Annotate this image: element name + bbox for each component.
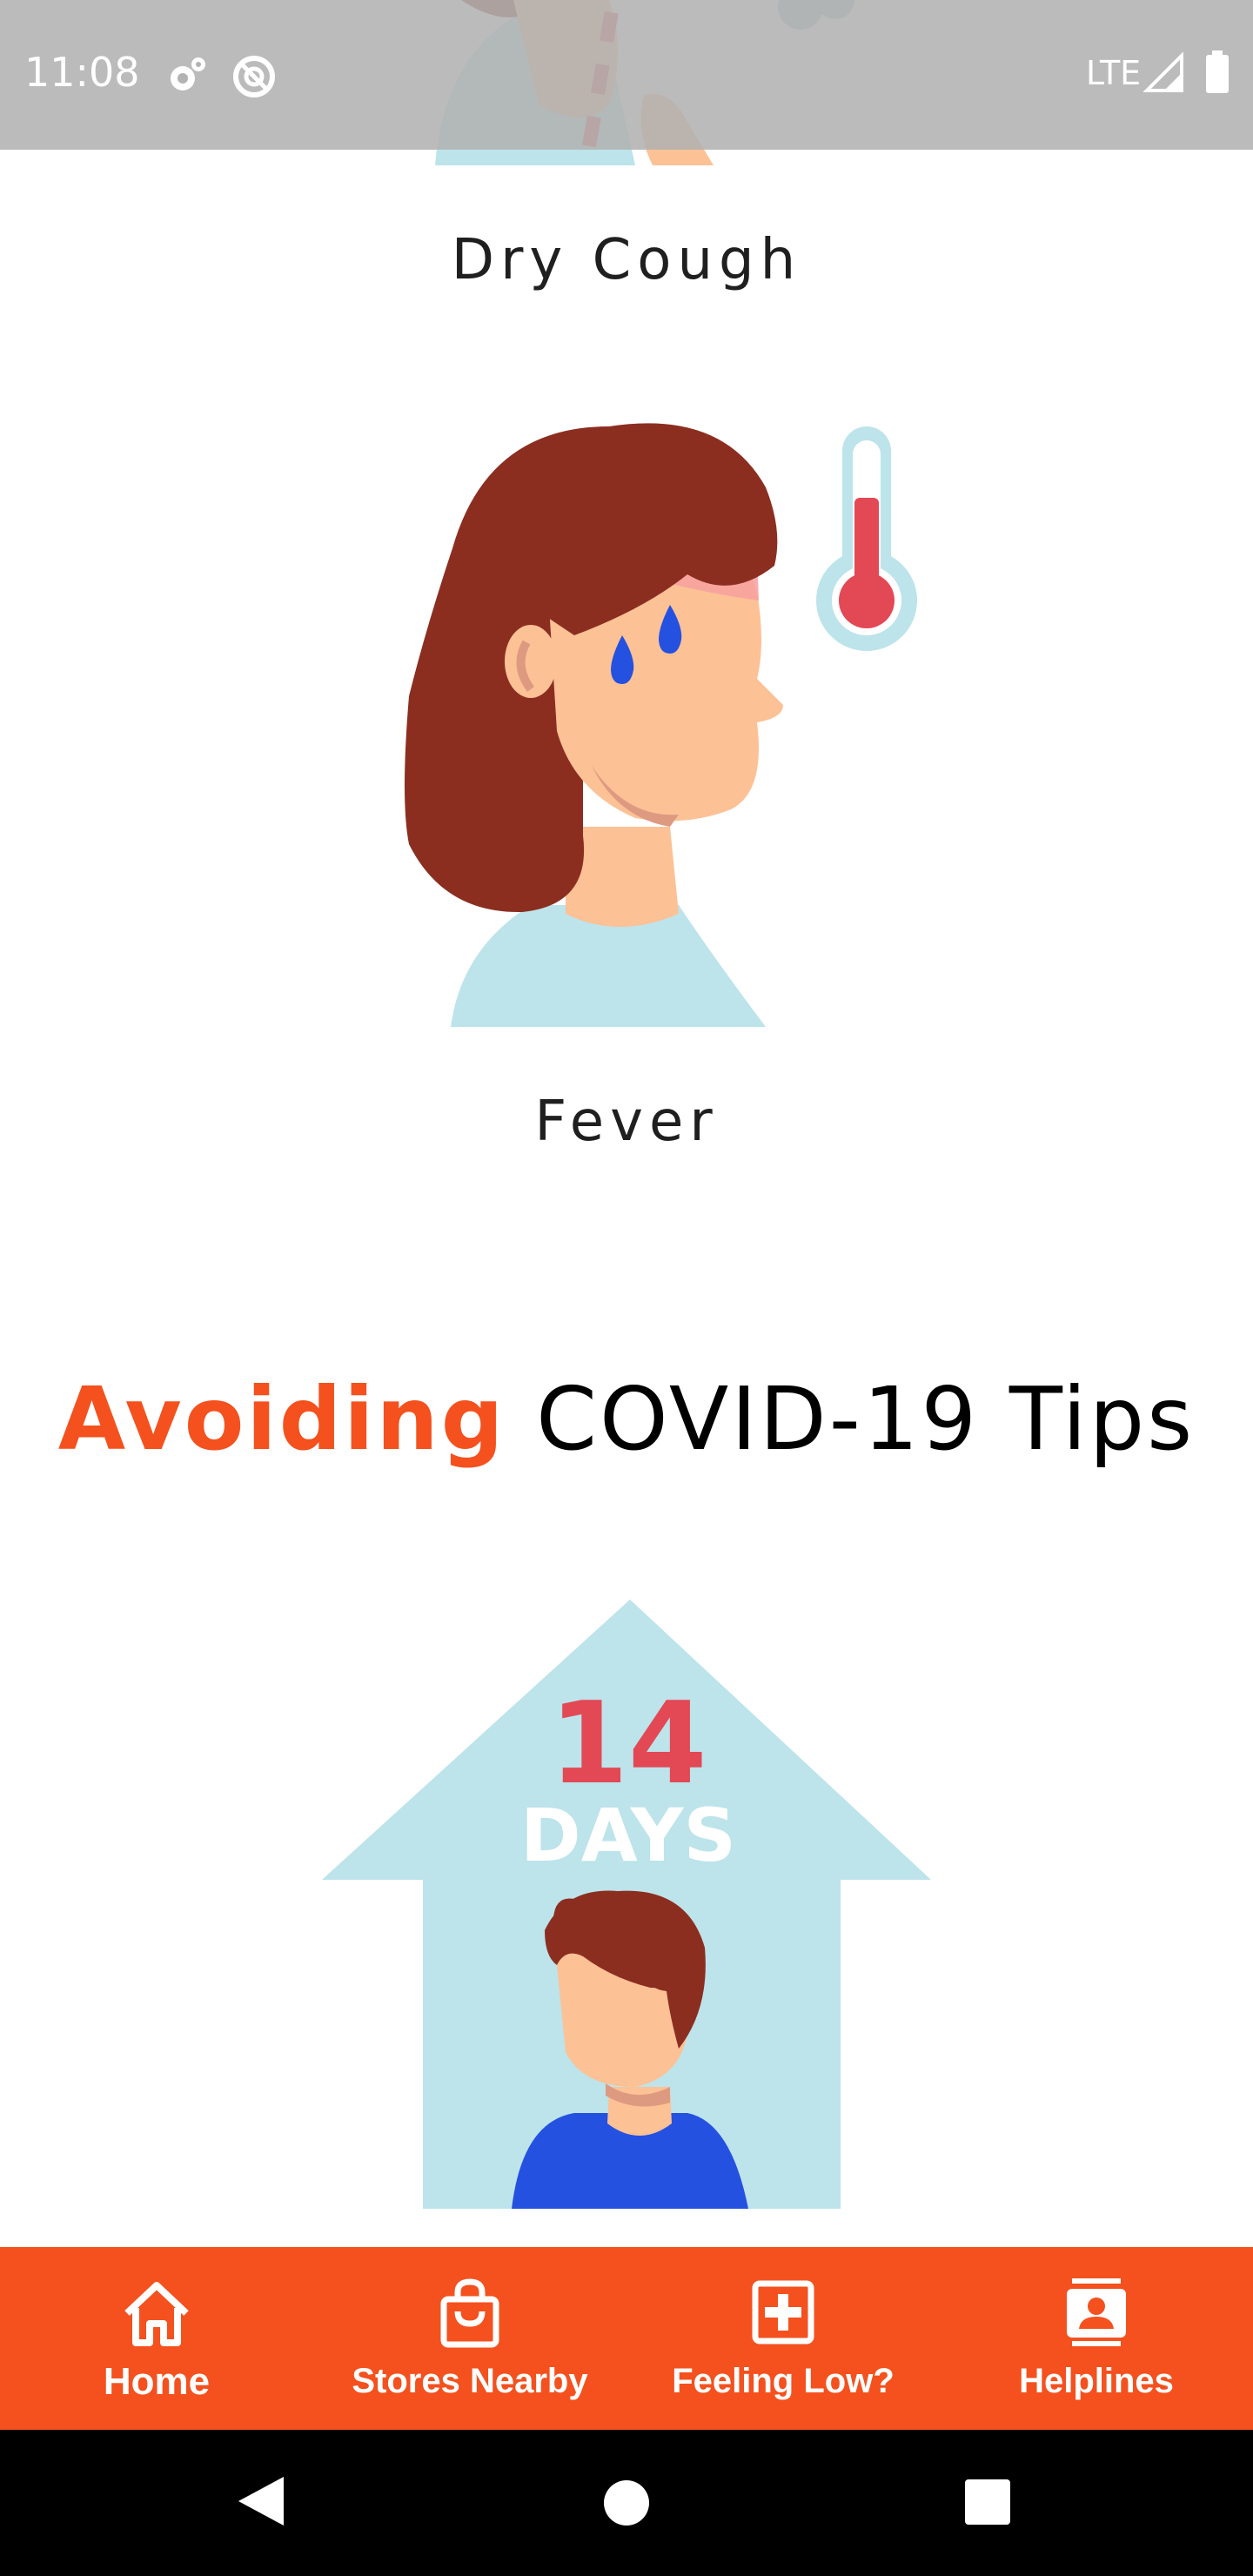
status-bar: 11:08 LTE — [0, 0, 1253, 150]
nav-feeling-low[interactable]: Feeling Low? — [626, 2247, 940, 2430]
system-navigation-bar — [0, 2430, 1253, 2576]
stay-home-illustration: 14 DAYS — [322, 1600, 931, 2209]
shopping-bag-icon — [440, 2278, 499, 2348]
cell-signal-icon — [1143, 52, 1183, 92]
dry-cough-caption: Dry Cough — [451, 228, 802, 292]
back-icon[interactable] — [235, 2473, 287, 2529]
tips-heading: Avoiding COVID-19 Tips — [0, 1368, 1253, 1470]
medical-cross-icon — [752, 2280, 814, 2345]
quarantine-unit: DAYS — [520, 1793, 736, 1878]
do-not-disturb-icon — [233, 56, 275, 97]
status-time: 11:08 — [24, 49, 140, 96]
quarantine-number: 14 — [550, 1677, 707, 1809]
network-type: LTE — [1086, 54, 1142, 92]
nav-home-label: Home — [103, 2360, 211, 2403]
tips-heading-accent: Avoiding — [57, 1368, 506, 1470]
contacts-icon — [1067, 2278, 1126, 2346]
nav-stores-nearby[interactable]: Stores Nearby — [313, 2247, 626, 2430]
tips-heading-rest: COVID-19 Tips — [506, 1368, 1196, 1470]
home-circle-icon[interactable] — [602, 2479, 651, 2527]
nav-helplines[interactable]: Helplines — [940, 2247, 1253, 2430]
battery-icon — [1206, 50, 1229, 93]
fever-illustration — [405, 423, 917, 1027]
nav-helplines-label: Helplines — [1019, 2362, 1174, 2400]
fever-caption: Fever — [534, 1090, 719, 1154]
nav-home[interactable]: Home — [0, 2247, 313, 2430]
bottom-navigation: Home Stores Nearby Feeling Low? Helpline… — [0, 2247, 1253, 2430]
nav-feeling-low-label: Feeling Low? — [672, 2362, 895, 2400]
scroll-content[interactable]: Dry Cough Fever Avoiding COVID-19 Tips 1… — [0, 0, 1253, 2247]
home-icon — [124, 2282, 189, 2346]
nav-stores-nearby-label: Stores Nearby — [352, 2362, 588, 2400]
gear-icon — [171, 57, 205, 91]
recents-icon[interactable] — [964, 2479, 1011, 2526]
app-screen: Dry Cough Fever Avoiding COVID-19 Tips 1… — [0, 0, 1253, 2576]
